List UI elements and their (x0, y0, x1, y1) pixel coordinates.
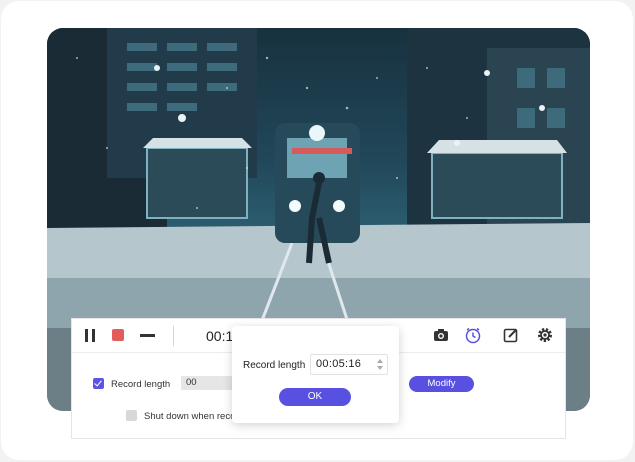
stop-icon[interactable] (112, 329, 124, 341)
camera-icon[interactable] (432, 326, 450, 344)
record-length-label: Record length (111, 379, 171, 390)
toolbar-divider (173, 326, 174, 346)
time-input[interactable]: 00:05:16 (310, 354, 388, 375)
gear-icon[interactable] (536, 326, 554, 344)
record-length-checkbox[interactable] (93, 378, 104, 389)
time-spinner[interactable] (377, 358, 383, 371)
edit-icon[interactable] (502, 326, 520, 344)
record-length-dialog: Record length 00:05:16 OK (232, 326, 399, 423)
recording-timer: 00:1 (206, 328, 234, 344)
ok-button[interactable]: OK (279, 388, 351, 406)
shutdown-checkbox[interactable] (126, 410, 137, 421)
chevron-down-icon[interactable] (377, 366, 383, 370)
modify-button[interactable]: Modify (409, 376, 474, 392)
chevron-up-icon[interactable] (377, 359, 383, 363)
time-value: 00:05:16 (316, 358, 362, 370)
shutdown-label: Shut down when reco (144, 411, 236, 422)
minimize-icon[interactable] (140, 334, 155, 337)
dialog-record-length-label: Record length (243, 360, 306, 371)
clock-icon[interactable] (464, 326, 482, 344)
pause-icon[interactable] (84, 329, 96, 342)
